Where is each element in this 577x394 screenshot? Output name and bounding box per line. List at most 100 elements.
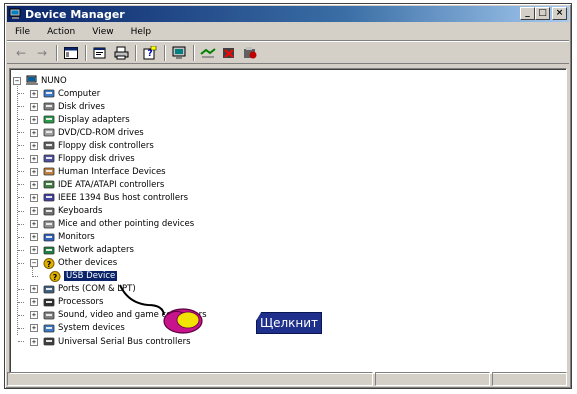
expand-toggle[interactable]: + (30, 337, 38, 346)
expand-toggle[interactable]: + (30, 285, 38, 294)
expand-toggle[interactable]: + (30, 193, 38, 202)
display-adapter-icon (43, 114, 55, 125)
tree-item-label: Mice and other pointing devices (58, 219, 195, 230)
print-icon[interactable] (113, 45, 129, 61)
usb-icon (43, 336, 55, 347)
status-pane-3 (492, 372, 567, 386)
disable-icon[interactable] (242, 45, 258, 61)
keyboard-icon (43, 206, 55, 217)
menu-view[interactable]: View (84, 27, 122, 37)
cdrom-icon (43, 127, 55, 138)
device-manager-app-icon (9, 8, 22, 20)
expand-toggle[interactable]: + (30, 167, 38, 176)
tree-branch-line (18, 158, 24, 160)
tree-branch-line (18, 341, 24, 342)
tree-category-item[interactable]: + IEEE 1394 Bus host controllers (30, 191, 188, 204)
show-hide-console-tree-icon[interactable] (63, 45, 79, 61)
toolbar-separator (193, 45, 195, 61)
click-callout: Щелкнит (256, 312, 322, 334)
tree-connector-line (32, 266, 33, 275)
firewire-icon (43, 192, 55, 203)
tree-branch-line (18, 145, 24, 147)
tree-child-item[interactable]: ? USB Device (44, 270, 118, 283)
close-button[interactable]: × (552, 7, 567, 20)
tree-branch-line (18, 314, 24, 316)
expand-toggle[interactable]: + (30, 311, 38, 320)
expand-toggle[interactable]: + (30, 298, 38, 307)
computer-root-icon (26, 75, 38, 86)
network-adapter-icon (43, 245, 55, 256)
tree-item-label: Other devices (58, 258, 118, 269)
properties-icon[interactable] (92, 45, 108, 61)
tree-branch-line (18, 119, 24, 121)
expand-toggle[interactable]: + (30, 324, 38, 333)
expand-toggle[interactable]: + (30, 180, 38, 189)
tree-item-label: Human Interface Devices (58, 166, 166, 177)
processor-icon (43, 297, 55, 308)
update-driver-icon[interactable] (200, 45, 216, 61)
tree-item-label: Computer (58, 88, 101, 99)
mouse-cable (119, 284, 165, 316)
uninstall-icon[interactable] (221, 45, 237, 61)
tree-category-item[interactable]: + Processors (30, 296, 103, 309)
expand-toggle[interactable]: + (30, 207, 38, 215)
tree-branch-line (18, 223, 24, 225)
toolbar: ← → ? (7, 43, 569, 64)
tree-category-item[interactable]: + Computer (30, 87, 100, 100)
tree-category-item[interactable]: + Mice and other pointing devices (30, 218, 194, 231)
tree-category-item[interactable]: + Universal Serial Bus controllers (30, 335, 191, 348)
expand-toggle[interactable]: + (30, 141, 38, 150)
ide-controller-icon (43, 179, 55, 190)
tree-category-item[interactable]: + Floppy disk controllers (30, 139, 154, 152)
minimize-button[interactable]: _ (520, 7, 535, 20)
expand-toggle[interactable]: + (30, 233, 38, 242)
menu-file[interactable]: File (7, 27, 39, 37)
tree-category-item[interactable]: + Floppy disk drives (30, 152, 135, 165)
tree-item-label: Monitors (58, 232, 95, 243)
help-icon[interactable]: ? (142, 45, 158, 61)
status-pane-2 (374, 372, 491, 386)
disk-drive-icon (43, 101, 55, 112)
tree-item-label: System devices (58, 323, 125, 334)
tree-item-label: Processors (58, 297, 104, 308)
expand-toggle[interactable]: + (30, 220, 38, 229)
svg-text:?: ? (147, 49, 152, 59)
tree-root-label: NUNO (41, 75, 67, 86)
expand-toggle[interactable]: + (30, 246, 38, 255)
tree-category-item[interactable]: + Human Interface Devices (30, 165, 166, 178)
expand-toggle[interactable]: + (30, 154, 38, 163)
tree-item-label: Disk drives (58, 101, 105, 112)
scan-hardware-icon[interactable] (171, 45, 187, 61)
tree-category-item[interactable]: + Display adapters (30, 113, 130, 126)
unknown-device-icon: ? (49, 270, 61, 282)
tree-branch-line (18, 93, 24, 95)
forward-arrow-icon[interactable]: → (34, 45, 50, 61)
toolbar-separator (164, 45, 166, 61)
tree-category-item[interactable]: + Disk drives (30, 100, 105, 113)
title-bar[interactable]: Device Manager _ □ × (7, 6, 569, 22)
menu-help[interactable]: Help (123, 27, 161, 37)
floppy-controller-icon (43, 140, 55, 151)
tree-category-item[interactable]: + Keyboards (30, 205, 102, 218)
tree-branch-line (18, 236, 24, 238)
tree-branch-line (18, 327, 24, 329)
toolbar-separator (56, 45, 58, 61)
tree-category-item[interactable]: + Monitors (30, 231, 95, 244)
tree-category-item[interactable]: + DVD/CD-ROM drives (30, 126, 144, 139)
tree-root-node[interactable]: − NUNO (13, 74, 67, 87)
maximize-button[interactable]: □ (535, 7, 550, 20)
tree-item-label: DVD/CD-ROM drives (58, 127, 144, 138)
tree-category-item[interactable]: + System devices (30, 322, 125, 335)
tree-category-item[interactable]: + Network adapters (30, 244, 134, 257)
expand-toggle[interactable]: + (30, 102, 38, 111)
tree-branch-line (18, 249, 24, 251)
menu-action[interactable]: Action (39, 27, 84, 37)
mouse-icon (43, 219, 55, 230)
expand-toggle[interactable]: + (30, 89, 38, 98)
tree-category-item[interactable]: + IDE ATA/ATAPI controllers (30, 178, 164, 191)
other-devices-icon: ? (43, 257, 55, 269)
back-arrow-icon[interactable]: ← (13, 45, 29, 61)
expand-toggle[interactable]: + (30, 128, 38, 137)
tree-category-item[interactable]: −? Other devices (30, 257, 117, 270)
expand-toggle[interactable]: + (30, 115, 38, 124)
